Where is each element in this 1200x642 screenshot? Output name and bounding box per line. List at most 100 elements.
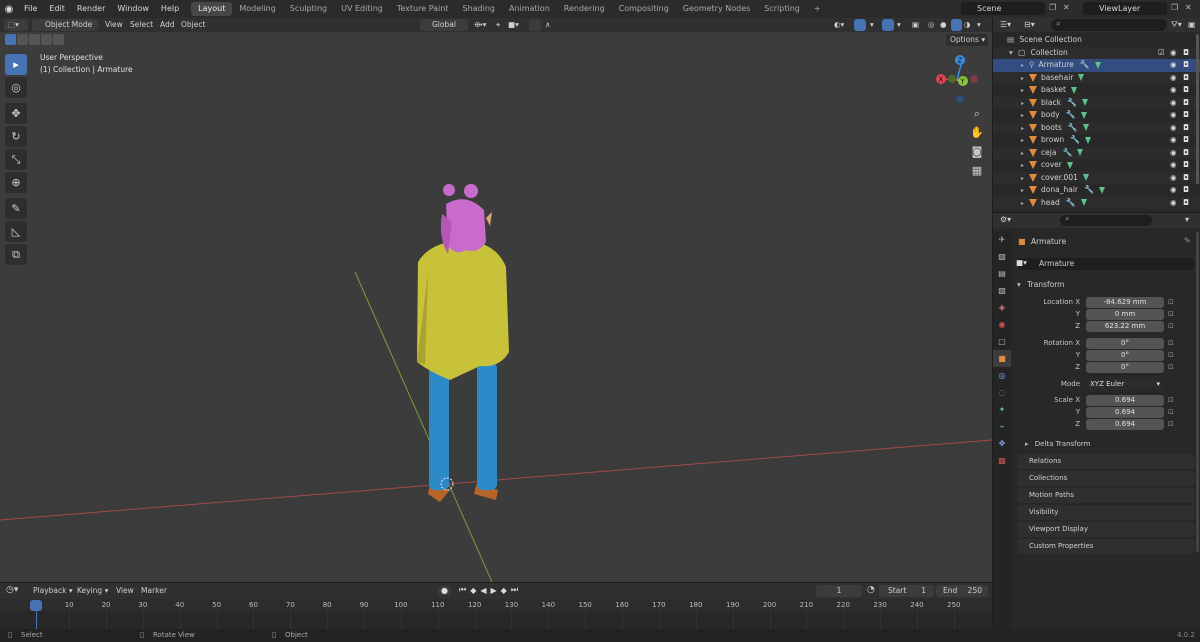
overlay-dropdown-icon[interactable]: ▾	[897, 19, 901, 31]
menu-timeline-view[interactable]: View	[116, 586, 134, 595]
jump-keyframe-forward-icon[interactable]: ◆	[501, 586, 507, 595]
scene-selector[interactable]: Scene	[961, 2, 1045, 15]
mesh-data-icon[interactable]	[1066, 160, 1073, 169]
motion-paths-panel[interactable]: Motion Paths	[1017, 488, 1195, 503]
playhead[interactable]	[30, 600, 42, 611]
expand-arrow-icon[interactable]: ▸	[1021, 150, 1024, 157]
mesh-data-icon[interactable]	[1080, 198, 1087, 207]
new-collection-icon[interactable]: ▣	[1188, 20, 1196, 29]
scene-copy-icon[interactable]: ❐	[1049, 3, 1056, 12]
camera-view-icon[interactable]: ◙	[968, 143, 986, 161]
shading-dropdown-icon[interactable]: ▾	[977, 19, 981, 31]
mesh-data-icon[interactable]	[1085, 135, 1092, 144]
xray-icon[interactable]: ▣	[912, 19, 919, 31]
outliner-row[interactable]: ▸ dona_hair 🔧 ◉ ◘	[993, 184, 1200, 197]
mesh-data-icon[interactable]	[1098, 185, 1105, 194]
jump-start-icon[interactable]: ⏮	[459, 585, 466, 595]
outliner-row[interactable]: ▸ cover.001 ◉ ◘	[993, 171, 1200, 184]
menu-edit[interactable]: Edit	[43, 0, 71, 18]
modifier-icon[interactable]: 🔧	[1066, 110, 1076, 119]
clock-icon[interactable]: ◔	[867, 585, 875, 595]
modifier-tab-icon[interactable]: ◎	[993, 367, 1011, 384]
menu-view[interactable]: View	[105, 19, 123, 31]
rotate-tool[interactable]: ↻	[5, 126, 27, 147]
modifier-icon[interactable]: 🔧	[1066, 198, 1076, 207]
outliner-search-input[interactable]: ⌕	[1051, 19, 1167, 31]
eye-icon[interactable]: ◉	[1170, 147, 1177, 160]
object-name-field[interactable]: ■▾ Armature	[1016, 258, 1194, 270]
tool-tab-icon[interactable]: ✈	[993, 231, 1011, 248]
mesh-data-icon[interactable]	[1080, 110, 1087, 119]
mesh-data-icon[interactable]	[1078, 73, 1085, 82]
properties-options-icon[interactable]: ▾	[1185, 215, 1189, 224]
mesh-data-icon[interactable]	[1094, 60, 1101, 69]
collection-tab-icon[interactable]: ▢	[993, 333, 1011, 350]
timeline-area[interactable]: 1102030405060708090100110120130140150160…	[0, 599, 992, 629]
eye-icon[interactable]: ◉	[1170, 72, 1177, 85]
rotation-x-field[interactable]: 0°	[1086, 338, 1164, 349]
location-x-lock-icon[interactable]: ⊡	[1168, 297, 1174, 308]
modifier-icon[interactable]: 🔧	[1084, 185, 1094, 194]
modifier-icon[interactable]: 🔧	[1080, 60, 1090, 69]
expand-arrow-icon[interactable]: ▸	[1021, 75, 1024, 82]
record-icon[interactable]: ●	[438, 585, 451, 595]
viewlayer-close-icon[interactable]: ✕	[1185, 3, 1192, 12]
eye-icon[interactable]: ◉	[1170, 59, 1177, 72]
menu-file[interactable]: File	[18, 0, 43, 18]
snap-target-icon[interactable]: ■▾	[508, 19, 519, 31]
measure-tool[interactable]: ◺	[5, 221, 27, 242]
output-tab-icon[interactable]: ▤	[993, 265, 1011, 282]
tab-animation[interactable]: Animation	[502, 2, 557, 16]
properties-scrollbar[interactable]	[1196, 232, 1199, 552]
rotation-x-lock-icon[interactable]: ⊡	[1168, 338, 1174, 349]
rotation-z-field[interactable]: 0°	[1086, 362, 1164, 373]
tab-sculpting[interactable]: Sculpting	[283, 2, 334, 16]
menu-help[interactable]: Help	[155, 0, 185, 18]
proportional-edit-button[interactable]	[529, 19, 541, 31]
transform-panel-header[interactable]: ▾ Transform	[1017, 279, 1195, 291]
outliner-row[interactable]: ▸ brown 🔧 ◉ ◘	[993, 134, 1200, 147]
menu-playback[interactable]: Playback ▾	[33, 586, 73, 595]
navigation-gizmo[interactable]: Z X Y	[932, 52, 982, 104]
eye-icon[interactable]: ◉	[1170, 159, 1177, 172]
start-frame-field[interactable]: Start 1	[879, 585, 934, 597]
tab-scripting[interactable]: Scripting	[757, 2, 807, 16]
display-mode-icon[interactable]: ⊟▾	[1024, 20, 1035, 29]
menu-keying[interactable]: Keying ▾	[77, 586, 108, 595]
view-layer-tab-icon[interactable]: ▧	[993, 282, 1011, 299]
outliner-scrollbar[interactable]	[1196, 34, 1199, 184]
location-z-field[interactable]: 623.22 mm	[1086, 321, 1164, 332]
outliner-row[interactable]: ▸ body 🔧 ◉ ◘	[993, 109, 1200, 122]
mesh-data-icon[interactable]	[1082, 173, 1089, 182]
menu-object[interactable]: Object	[181, 19, 205, 31]
tab-layout[interactable]: Layout	[191, 2, 233, 16]
location-x-field[interactable]: -84.629 mm	[1086, 297, 1164, 308]
camera-icon[interactable]: ◘	[1183, 97, 1189, 110]
relations-panel[interactable]: Relations	[1017, 454, 1195, 469]
eye-icon[interactable]: ◉	[1170, 97, 1177, 110]
outliner-row[interactable]: ▸ basket ◉ ◘	[993, 84, 1200, 97]
viewlayer-selector[interactable]: ViewLayer	[1083, 2, 1167, 15]
scale-x-lock-icon[interactable]: ⊡	[1168, 395, 1174, 406]
tab-modeling[interactable]: Modeling	[232, 2, 282, 16]
delta-transform-panel[interactable]: ▸ Delta Transform	[1025, 438, 1195, 451]
world-tab-icon[interactable]: ◉	[993, 316, 1011, 333]
camera-icon[interactable]: ◘	[1183, 197, 1189, 210]
rotation-mode-dropdown[interactable]: XYZ Euler ▾	[1086, 379, 1164, 390]
menu-select[interactable]: Select	[130, 19, 153, 31]
properties-editor-icon[interactable]: ⚙▾	[1000, 215, 1011, 224]
expand-arrow-icon[interactable]: ▾	[1009, 48, 1013, 57]
menu-add[interactable]: Add	[160, 19, 175, 31]
mesh-data-icon[interactable]	[1082, 123, 1089, 132]
visibility-panel[interactable]: Visibility	[1017, 505, 1195, 520]
outliner-row[interactable]: ▸ basehair ◉ ◘	[993, 71, 1200, 85]
shading-material-button[interactable]	[951, 19, 962, 31]
texture-tab-icon[interactable]: ▩	[993, 452, 1011, 469]
visibility-icon[interactable]: ◐▾	[834, 19, 844, 31]
camera-icon[interactable]: ◘	[1183, 134, 1189, 147]
menu-marker[interactable]: Marker	[141, 586, 167, 595]
gizmo-toggle[interactable]	[854, 19, 866, 31]
modifier-icon[interactable]: 🔧	[1067, 98, 1077, 107]
expand-arrow-icon[interactable]: ▸	[1021, 62, 1024, 69]
expand-arrow-icon[interactable]: ▸	[1021, 125, 1024, 132]
